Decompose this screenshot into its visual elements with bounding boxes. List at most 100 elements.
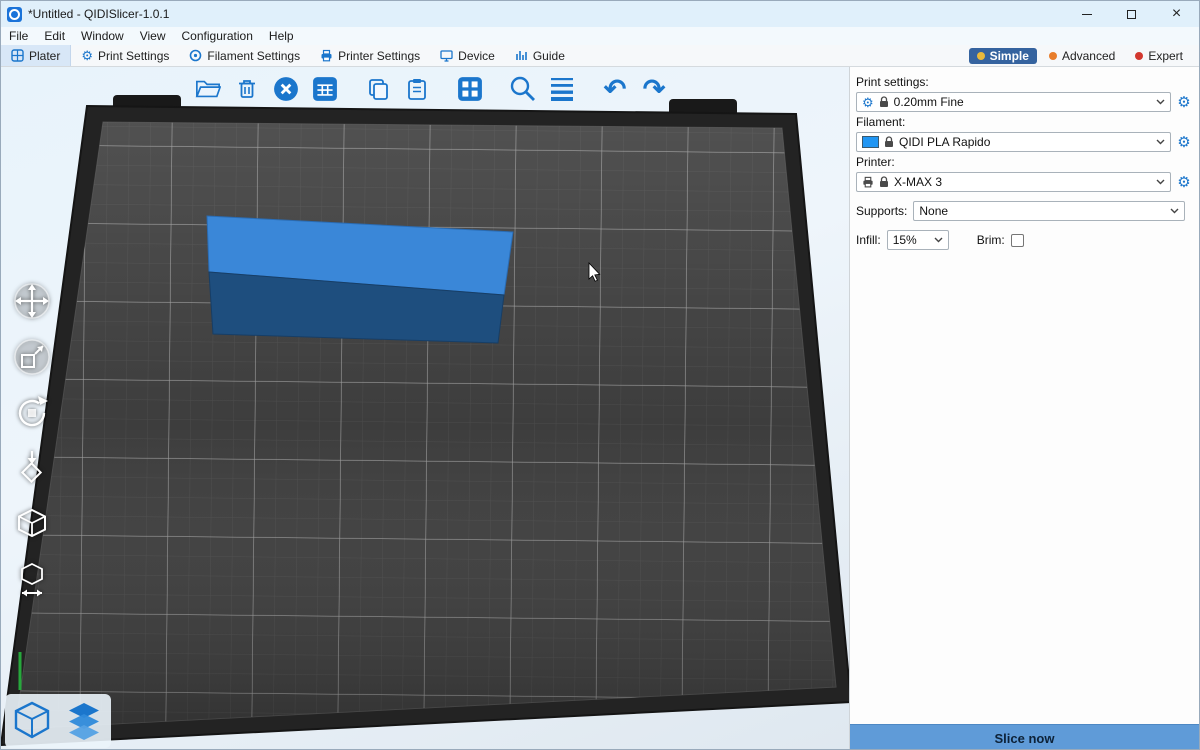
- gear-icon: ⚙: [862, 96, 874, 109]
- chevron-down-icon: [1156, 139, 1165, 145]
- menu-bar: File Edit Window View Configuration Help: [1, 27, 1199, 45]
- brim-checkbox[interactable]: [1011, 234, 1024, 247]
- minimize-button[interactable]: [1064, 1, 1109, 27]
- arrange-icon: [312, 76, 338, 102]
- scale-gizmo-button[interactable]: [11, 335, 53, 379]
- infill-value: 15%: [893, 233, 917, 247]
- window-controls: ×: [1064, 1, 1199, 27]
- place-on-face-gizmo-button[interactable]: [11, 447, 53, 491]
- filament-combo[interactable]: QIDI PLA Rapido: [856, 132, 1171, 152]
- scale-icon: [12, 337, 52, 377]
- mode-label: Simple: [990, 49, 1029, 63]
- close-button[interactable]: ×: [1154, 1, 1199, 27]
- menu-configuration[interactable]: Configuration: [174, 27, 261, 45]
- title-bar: *Untitled - QIDISlicer-1.0.1 ×: [1, 1, 1199, 27]
- menu-view[interactable]: View: [132, 27, 174, 45]
- printer-value: X-MAX 3: [894, 175, 942, 189]
- model-box-object[interactable]: [207, 216, 513, 343]
- tab-filament-settings[interactable]: Filament Settings: [179, 45, 310, 66]
- view-mode-toggle: [5, 694, 111, 748]
- paste-icon: [405, 77, 429, 101]
- tab-label: Printer Settings: [338, 49, 420, 63]
- measure-icon: [12, 561, 52, 601]
- filament-label: Filament:: [856, 115, 1193, 129]
- app-logo-icon: [7, 7, 22, 22]
- tab-printer-settings[interactable]: Printer Settings: [310, 45, 430, 66]
- mode-label: Advanced: [1062, 49, 1115, 63]
- 3d-viewport[interactable]: ↶ ↷: [1, 67, 849, 750]
- preview-layers-icon: [62, 699, 106, 743]
- undo-button[interactable]: ↶: [598, 72, 632, 106]
- print-settings-gear-button[interactable]: ⚙: [1175, 95, 1193, 110]
- menu-edit[interactable]: Edit: [36, 27, 73, 45]
- folder-open-icon: [195, 77, 221, 101]
- supports-label: Supports:: [856, 204, 907, 218]
- print-bed-plate: [15, 122, 836, 729]
- delete-button[interactable]: [230, 72, 264, 106]
- tab-label: Plater: [29, 49, 60, 63]
- 3d-editor-view-icon: [10, 699, 54, 743]
- editor-view-button[interactable]: [9, 698, 55, 744]
- mode-label: Expert: [1148, 49, 1183, 63]
- tab-label: Print Settings: [98, 49, 169, 63]
- rotate-icon: [12, 393, 52, 433]
- print-settings-value: 0.20mm Fine: [894, 95, 964, 109]
- undo-icon: ↶: [604, 76, 627, 103]
- plater-toolbar: ↶ ↷: [191, 72, 671, 106]
- variable-layer-height-icon: [549, 76, 575, 102]
- lock-icon: [884, 136, 894, 148]
- cut-gizmo-button[interactable]: [11, 503, 53, 547]
- minimize-icon: [1082, 14, 1092, 15]
- copy-button[interactable]: [361, 72, 395, 106]
- tab-print-settings[interactable]: ⚙ Print Settings: [71, 45, 179, 66]
- print-settings-label: Print settings:: [856, 75, 1193, 89]
- open-file-button[interactable]: [191, 72, 225, 106]
- supports-value: None: [919, 204, 948, 218]
- chevron-down-icon: [1156, 179, 1165, 185]
- move-icon: [12, 281, 52, 321]
- tab-guide[interactable]: Guide: [505, 45, 575, 66]
- move-gizmo-button[interactable]: [11, 279, 53, 323]
- mode-expert[interactable]: Expert: [1127, 48, 1191, 64]
- tab-bar: Plater ⚙ Print Settings Filament Setting…: [1, 45, 1199, 67]
- printer-gear-button[interactable]: ⚙: [1175, 175, 1193, 190]
- close-icon: ×: [1172, 6, 1181, 22]
- preview-button[interactable]: [61, 698, 107, 744]
- paste-button[interactable]: [400, 72, 434, 106]
- redo-button[interactable]: ↷: [637, 72, 671, 106]
- cut-icon: [12, 505, 52, 545]
- filament-gear-button[interactable]: ⚙: [1175, 135, 1193, 150]
- maximize-icon: [1127, 10, 1136, 19]
- tab-plater[interactable]: Plater: [1, 45, 71, 66]
- infill-label: Infill:: [856, 233, 881, 247]
- mode-simple[interactable]: Simple: [969, 48, 1037, 64]
- chevron-down-icon: [1156, 99, 1165, 105]
- device-monitor-icon: [440, 49, 453, 62]
- plater-icon: [11, 49, 24, 62]
- search-button[interactable]: [506, 72, 540, 106]
- measure-gizmo-button[interactable]: [11, 559, 53, 603]
- delete-all-button[interactable]: [269, 72, 303, 106]
- menu-help[interactable]: Help: [261, 27, 302, 45]
- supports-combo[interactable]: None: [913, 201, 1185, 221]
- maximize-button[interactable]: [1109, 1, 1154, 27]
- window-title: *Untitled - QIDISlicer-1.0.1: [28, 7, 169, 21]
- variable-layer-height-button[interactable]: [545, 72, 579, 106]
- tab-device[interactable]: Device: [430, 45, 505, 66]
- printer-combo[interactable]: X-MAX 3: [856, 172, 1171, 192]
- simple-mode-dot-icon: [977, 52, 985, 60]
- menu-window[interactable]: Window: [73, 27, 132, 45]
- lock-icon: [879, 176, 889, 188]
- infill-combo[interactable]: 15%: [887, 230, 949, 250]
- arrange-button[interactable]: [308, 72, 342, 106]
- print-settings-combo[interactable]: ⚙ 0.20mm Fine: [856, 92, 1171, 112]
- gizmo-toolbar: [11, 279, 53, 603]
- rotate-gizmo-button[interactable]: [11, 391, 53, 435]
- split-objects-button[interactable]: [453, 72, 487, 106]
- tab-label: Filament Settings: [207, 49, 300, 63]
- mode-selector: Simple Advanced Expert: [969, 45, 1199, 66]
- chevron-down-icon: [934, 237, 943, 243]
- mode-advanced[interactable]: Advanced: [1041, 48, 1123, 64]
- menu-file[interactable]: File: [1, 27, 36, 45]
- slice-now-button[interactable]: Slice now: [850, 724, 1199, 750]
